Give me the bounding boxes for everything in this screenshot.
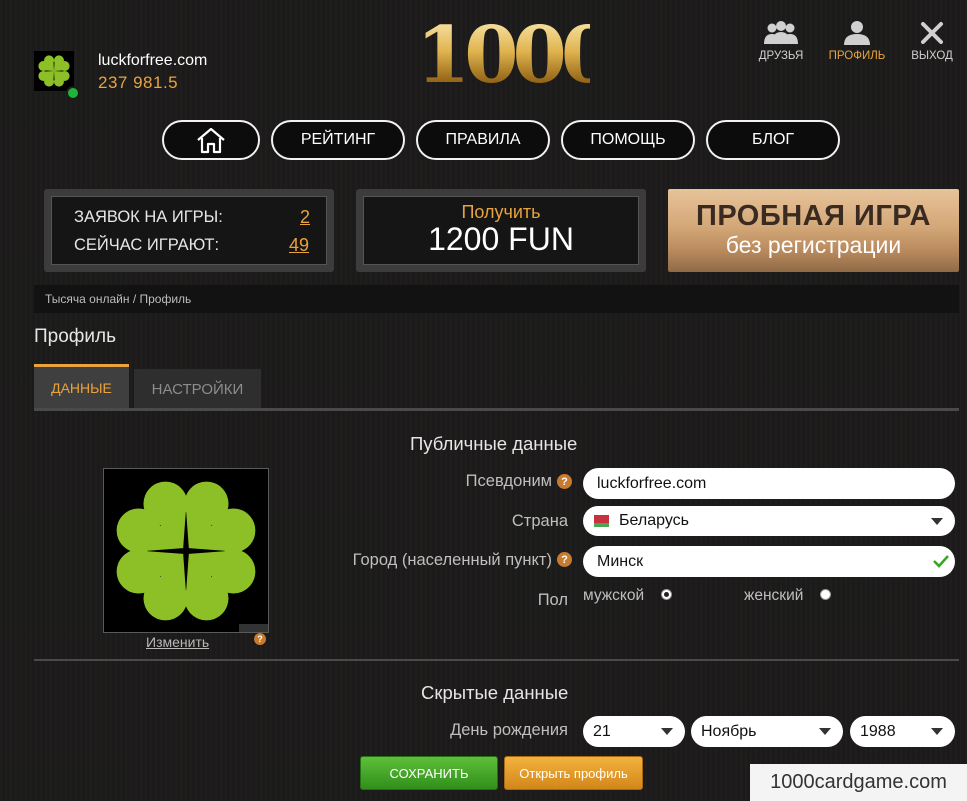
nav-rules-button[interactable]: ПРАВИЛА — [416, 120, 550, 160]
country-label: Страна — [511, 512, 568, 530]
birth-day-value: 21 — [593, 722, 611, 740]
chevron-down-icon — [931, 728, 943, 735]
tab-underline — [34, 408, 959, 411]
game-logo[interactable]: 1000 — [410, 4, 590, 94]
section-divider — [34, 659, 959, 661]
playing-count-link[interactable]: 49 — [289, 235, 309, 256]
trial-title: ПРОБНАЯ ИГРА — [695, 200, 931, 232]
gender-female-label[interactable]: женский — [744, 587, 803, 605]
profile-label: ПРОФИЛЬ — [828, 50, 886, 62]
nickname-help-icon[interactable]: ? — [557, 474, 572, 489]
watermark: 1000cardgame.com — [750, 764, 967, 801]
chevron-down-icon — [661, 728, 673, 735]
public-data-title: Публичные данные — [410, 433, 578, 454]
nav-blog-button[interactable]: БЛОГ — [706, 120, 840, 160]
clover-icon — [38, 55, 70, 87]
user-avatar[interactable] — [34, 51, 74, 91]
city-label: Город (населенный пункт) — [352, 551, 552, 569]
gender-female-radio[interactable] — [820, 589, 831, 600]
nav-rating-button[interactable]: РЕЙТИНГ — [271, 120, 405, 160]
friends-button[interactable]: ДРУЗЬЯ — [746, 20, 816, 62]
friends-label: ДРУЗЬЯ — [758, 50, 804, 62]
nav-home-button[interactable] — [162, 120, 260, 160]
gender-male-label[interactable]: мужской — [583, 587, 644, 605]
user-balance: 237 981.5 — [98, 73, 179, 92]
hidden-data-title: Скрытые данные — [421, 682, 569, 703]
gender-male-radio[interactable] — [661, 589, 672, 600]
birth-year-select[interactable]: 1988 — [850, 716, 955, 747]
trial-subtitle: без регистрации — [725, 232, 902, 258]
page-title: Профиль — [34, 326, 117, 347]
tab-settings[interactable]: НАСТРОЙКИ — [134, 369, 261, 409]
close-icon — [921, 22, 943, 44]
country-value: Беларусь — [619, 512, 689, 529]
profile-photo[interactable] — [103, 468, 269, 633]
belarus-flag-icon — [591, 515, 609, 527]
get-bonus-panel[interactable]: Получить 1200 FUN — [356, 189, 646, 272]
photo-help-icon[interactable]: ? — [254, 633, 266, 645]
chevron-down-icon — [931, 518, 943, 525]
trial-game-button[interactable]: ПРОБНАЯ ИГРА без регистрации — [668, 189, 959, 272]
home-icon — [197, 127, 225, 154]
clover-icon — [116, 481, 268, 632]
bonus-amount: 1200 FUN — [428, 221, 574, 257]
nickname-label: Псевдоним — [465, 472, 552, 490]
nickname-input[interactable]: luckforfree.com — [583, 468, 955, 499]
playing-label: СЕЙЧАС ИГРАЮТ: — [74, 236, 220, 254]
change-photo-link[interactable]: Изменить — [146, 634, 209, 650]
requests-label: ЗАЯВОК НА ИГРЫ: — [74, 208, 223, 226]
gender-label: Пол — [537, 591, 568, 609]
online-status-dot — [66, 86, 80, 100]
birthday-label: День рождения — [450, 721, 568, 739]
game-stats-panel: ЗАЯВОК НА ИГРЫ: 2 СЕЙЧАС ИГРАЮТ: 49 — [44, 189, 334, 272]
country-select[interactable]: Беларусь — [583, 506, 955, 536]
birth-day-select[interactable]: 21 — [583, 716, 685, 747]
tab-data[interactable]: ДАННЫЕ — [34, 364, 129, 409]
requests-count-link[interactable]: 2 — [300, 207, 310, 228]
logo-text: 1000 — [416, 10, 590, 94]
birth-month-select[interactable]: Ноябрь — [691, 716, 843, 747]
city-help-icon[interactable]: ? — [557, 552, 572, 567]
city-input[interactable]: Минск — [583, 546, 955, 577]
breadcrumb-text[interactable]: Тысяча онлайн / Профиль — [45, 292, 191, 306]
get-bonus-label: Получить — [461, 202, 541, 222]
checkmark-icon — [933, 555, 949, 568]
logout-button[interactable]: ВЫХОД — [897, 20, 967, 62]
city-value: Минск — [597, 552, 644, 570]
profile-icon — [844, 21, 870, 45]
profile-button[interactable]: ПРОФИЛЬ — [822, 20, 892, 62]
friends-icon — [764, 21, 798, 44]
logout-label: ВЫХОД — [911, 50, 953, 62]
nav-help-button[interactable]: ПОМОЩЬ — [561, 120, 695, 160]
birth-year-value: 1988 — [860, 722, 896, 740]
user-name[interactable]: luckforfree.com — [98, 52, 207, 70]
chevron-down-icon — [819, 728, 831, 735]
save-button[interactable]: СОХРАНИТЬ — [360, 756, 498, 790]
breadcrumb: Тысяча онлайн / Профиль — [34, 285, 959, 313]
birth-month-value: Ноябрь — [701, 722, 757, 740]
open-profile-button[interactable]: Открыть профиль — [504, 756, 643, 790]
